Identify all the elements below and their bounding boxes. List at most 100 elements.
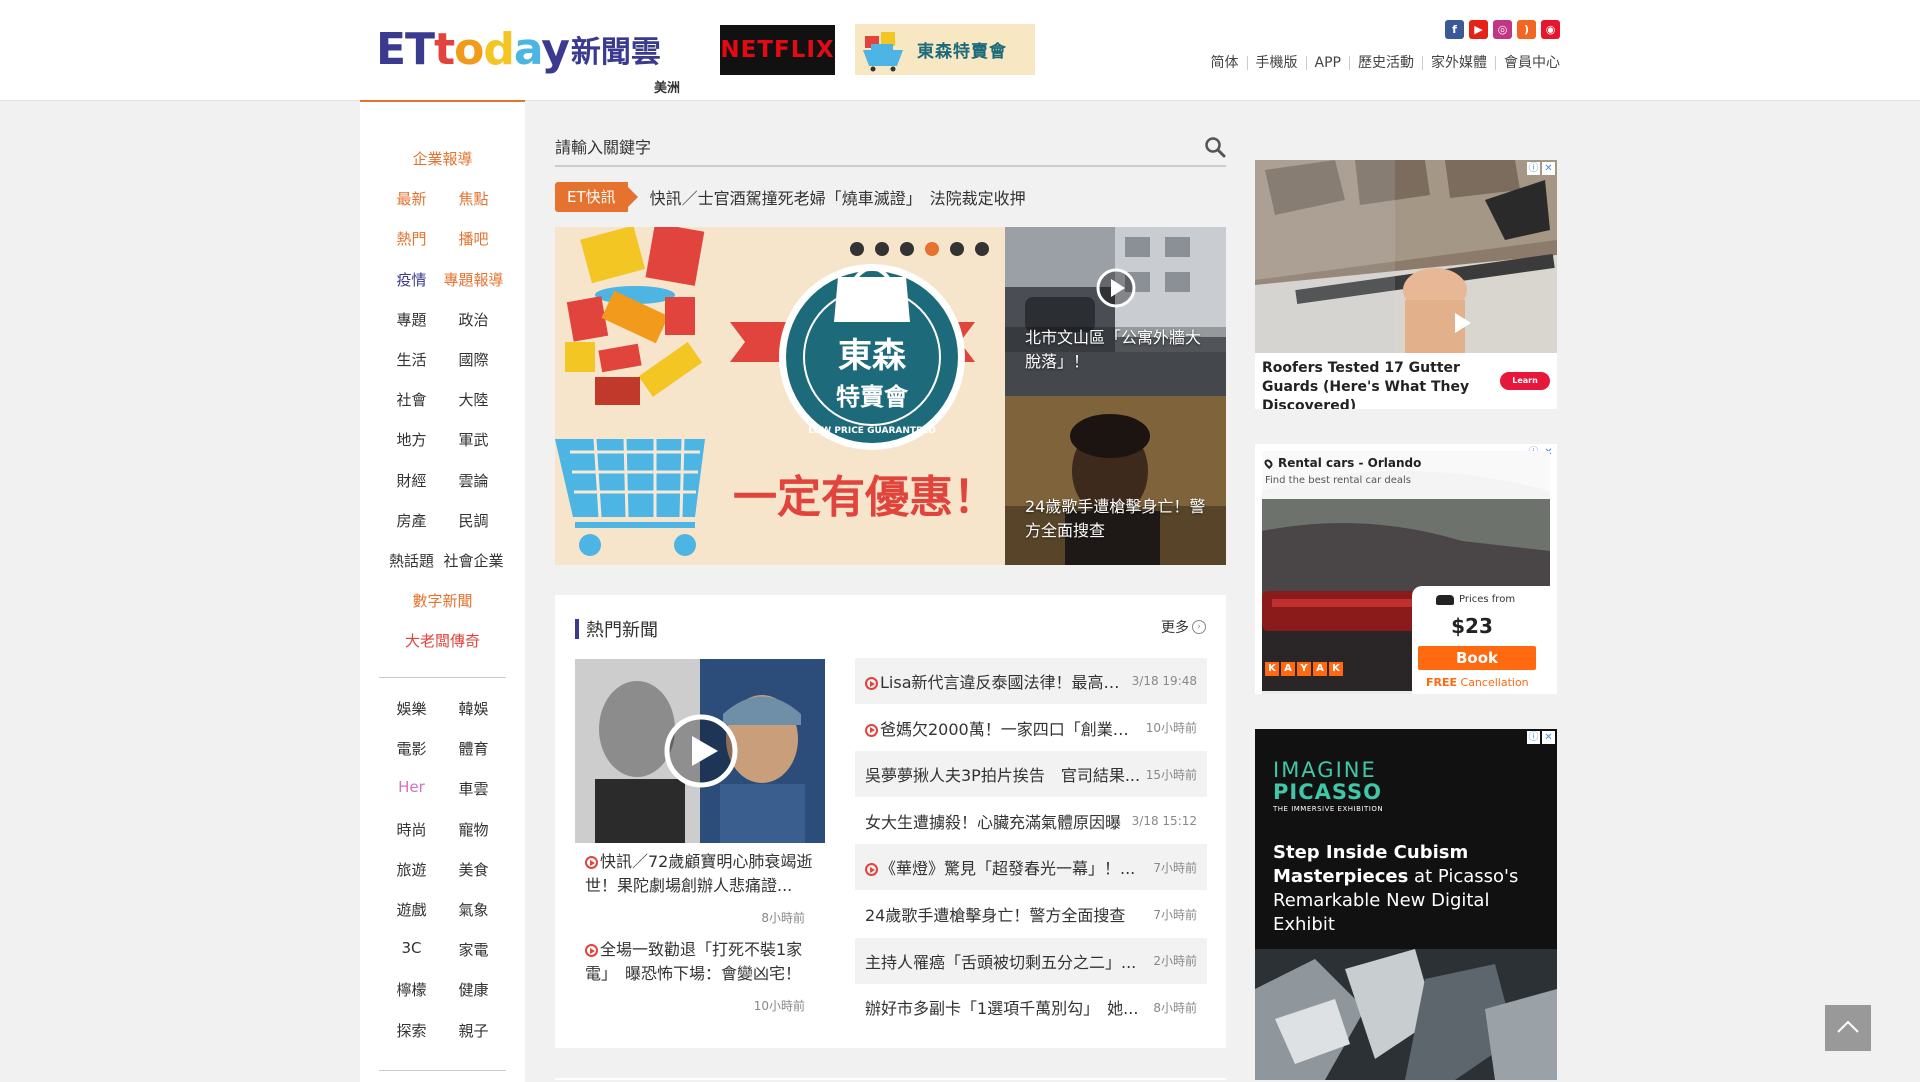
carousel-dot[interactable] [950,242,964,256]
sidebar-item[interactable]: 播吧 [443,228,505,249]
sidebar-item[interactable]: 財經 [381,470,443,491]
hot-news-item[interactable]: 辦好市多副卡「1選項千萬別勾」 她... 8小時前 [855,984,1207,1030]
ad-choices[interactable]: ⓘ✕ [1527,731,1555,744]
sidebar-item[interactable]: 國際 [443,349,505,370]
sidebar-item[interactable]: 房產 [381,510,443,531]
ad-choices[interactable]: ⓘ✕ [1527,162,1555,175]
sidebar-item[interactable]: 專題 [381,309,443,330]
ad-close-icon[interactable]: ✕ [1542,162,1555,175]
sidebar-item[interactable]: 社會企業 [443,550,505,571]
sidebar-item[interactable]: 車雲 [443,778,505,799]
region-label[interactable]: 美洲 [654,77,680,96]
side-story-2[interactable]: 24歲歌手遭槍擊身亡！警方全面搜查 [1005,396,1226,565]
ad-kayak-rental[interactable]: ⓘ✕ Rental cars - Orlando Find the best r… [1255,444,1557,694]
sidebar-item[interactable]: 健康 [443,979,505,1000]
sidebar-item[interactable]: 熱話題 [381,550,443,571]
hot-news-item-title: 爸媽欠2000萬！一家四口「創業賣... [865,716,1142,740]
netflix-banner[interactable]: NETFLIX [720,25,835,75]
side-story-1[interactable]: 北市文山區「公寓外牆大脫落」！ [1005,227,1226,396]
sidebar-item[interactable]: 氣象 [443,899,505,920]
sidebar-item[interactable]: 疫情 [381,269,443,290]
east-sale-banner[interactable]: 東森特賣會 [855,24,1035,75]
carousel-dot[interactable] [925,242,939,256]
top-nav-app[interactable]: APP [1305,56,1349,70]
sidebar-item[interactable]: 檸檬 [381,979,443,1000]
breaking-news-headline[interactable]: 快訊／士官酒駕撞死老婦「燒車滅證」 法院裁定收押 [650,185,1026,209]
top-nav-simplified[interactable]: 简体 [1203,56,1247,70]
sidebar-item[interactable]: 政治 [443,309,505,330]
sidebar-item[interactable]: 韓娛 [443,698,505,719]
ad-info-icon[interactable]: ⓘ [1527,162,1540,175]
carousel-dot[interactable] [900,242,914,256]
ad-learn-more-button[interactable]: Learn more [1500,372,1550,403]
sidebar-item[interactable]: Her [381,778,443,799]
hero-carousel-slide[interactable]: 東森 特賣會 LOW PRICE GUARANTEED 一定有優惠！ [555,227,1005,565]
sidebar-item[interactable]: 大陸 [443,389,505,410]
top-nav-member[interactable]: 會員中心 [1495,56,1560,70]
play-icon[interactable] [1095,267,1137,309]
hot-left-story-1[interactable]: 快訊／72歲顧寶明心肺衰竭逝世！果陀劇場創辦人悲痛證... [585,850,817,898]
sidebar-item[interactable]: 電影 [381,738,443,759]
ad-info-icon[interactable]: ⓘ [1527,731,1540,744]
sidebar-item[interactable]: 生活 [381,349,443,370]
sidebar-item[interactable]: 時尚 [381,819,443,840]
sidebar-item[interactable]: 美食 [443,859,505,880]
hot-news-title: 熱門新聞 [586,620,658,641]
sidebar-item[interactable]: 數字新聞 [360,590,525,611]
hot-news-item[interactable]: 女大生遭擄殺！心臟充滿氣體原因曝 3/18 15:12 [855,798,1207,844]
weibo-icon[interactable]: ◉ [1541,20,1560,39]
top-nav-events[interactable]: 歷史活動 [1349,56,1422,70]
sidebar-item[interactable]: 最新 [381,188,443,209]
sidebar-item[interactable]: 娛樂 [381,698,443,719]
sidebar-item[interactable]: 雲論 [443,470,505,491]
sidebar-item[interactable]: 民調 [443,510,505,531]
sidebar-item[interactable]: 親子 [443,1020,505,1041]
top-nav-outdoor-media[interactable]: 家外媒體 [1422,56,1495,70]
sidebar-item[interactable]: 遊戲 [381,899,443,920]
ad-gutter-guards[interactable]: ⓘ ✕ Roofers Tested 17 Gutter Guards (Here… [1255,160,1557,409]
instagram-icon[interactable]: ◎ [1493,20,1512,39]
sidebar-item[interactable]: 探索 [381,1020,443,1041]
ad-kayak-book-button[interactable]: Book [1418,646,1536,670]
sidebar-item[interactable]: 家電 [443,939,505,960]
ad-close-icon[interactable]: ✕ [1542,731,1555,744]
hot-news-item[interactable]: 吳夢夢揪人夫3P拍片挨告 官司結果... 15小時前 [855,751,1207,798]
sidebar-item[interactable]: 專題報導 [443,269,505,290]
sidebar-item[interactable]: 企業報導 [360,148,525,169]
hot-news-item[interactable]: Lisa新代言違反泰國法律！最高「... 3/18 19:48 [855,658,1207,704]
sidebar-divider [379,677,506,678]
hot-left-story-2[interactable]: 全場一致勸退「打死不裝1家電」 曝恐怖下場：會變凶宅！ [585,938,817,986]
sidebar-row: 專題 政治 [360,309,525,330]
hot-left-story-2-title: 全場一致勸退「打死不裝1家電」 曝恐怖下場：會變凶宅！ [585,940,803,983]
sidebar-item[interactable]: 地方 [381,429,443,450]
sidebar-item[interactable]: 熱門 [381,228,443,249]
play-icon[interactable] [663,713,739,789]
sidebar-item[interactable]: 焦點 [443,188,505,209]
carousel-dot[interactable] [975,242,989,256]
hot-news-item[interactable]: 24歲歌手遭槍擊身亡！警方全面搜查 7小時前 [855,891,1207,937]
hot-news-item[interactable]: 主持人罹癌「舌頭被切剩五分之二」... 2小時前 [855,937,1207,984]
hot-news-item[interactable]: 《華燈》驚見「超發春光一幕」！... 7小時前 [855,844,1207,891]
carousel-dot[interactable] [875,242,889,256]
search-input[interactable] [555,132,1155,162]
sidebar-item[interactable]: 體育 [443,738,505,759]
carousel-dot[interactable] [850,242,864,256]
more-link[interactable]: 更多 › [1161,617,1206,637]
hot-news-item[interactable]: 爸媽欠2000萬！一家四口「創業賣... 10小時前 [855,705,1207,751]
facebook-icon[interactable]: f [1445,20,1464,39]
sidebar-item[interactable]: 旅遊 [381,859,443,880]
back-to-top-button[interactable] [1825,1005,1871,1051]
sidebar-item[interactable]: 軍武 [443,429,505,450]
hot-news-thumbnail[interactable] [575,659,825,843]
youtube-icon[interactable]: ▶ [1469,20,1488,39]
ettoday-logo[interactable]: ETtoday 新聞雲 [376,24,661,75]
sidebar-item[interactable]: 大老闆傳奇 [360,630,525,651]
sidebar-item[interactable]: 寵物 [443,819,505,840]
rss-icon[interactable]: ) [1517,20,1536,39]
ad-kayak-price-card: Prices from $23 Book FREE Cancellation [1412,586,1552,694]
sidebar-item[interactable]: 社會 [381,389,443,410]
ad-imagine-picasso[interactable]: ⓘ ✕ IMAGINE PICASSO THE IMMERSIVE EXHIBIT… [1255,729,1557,1080]
search-icon[interactable] [1204,136,1226,158]
top-nav-mobile[interactable]: 手機版 [1246,56,1306,70]
sidebar-item[interactable]: 3C [381,939,443,960]
